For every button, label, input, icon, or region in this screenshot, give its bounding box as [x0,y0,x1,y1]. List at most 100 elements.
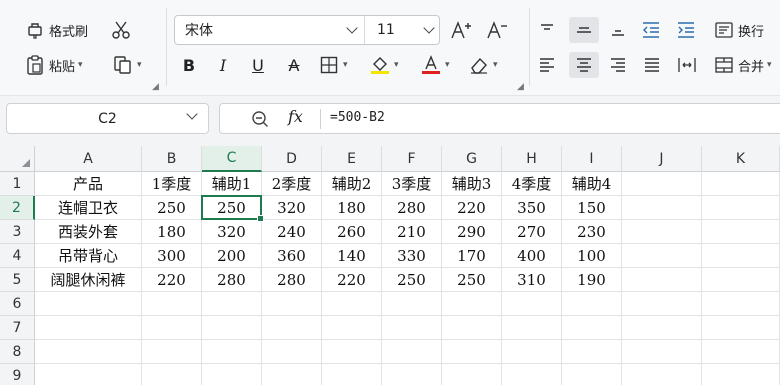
column-header-e[interactable]: E [322,146,382,172]
cell-i1[interactable]: 辅助4 [562,172,622,196]
cell-d2[interactable]: 320 [262,196,322,220]
font-name-dropdown[interactable]: 宋体 [175,16,365,44]
column-header-i[interactable]: I [562,146,622,172]
cell-h6[interactable] [502,292,562,316]
cell-c4[interactable]: 200 [202,244,262,268]
cell-e4[interactable]: 140 [322,244,382,268]
clipboard-dialog-launcher-icon[interactable]: ◢ [152,82,159,92]
cell-c9[interactable] [202,364,262,385]
borders-button[interactable]: ▾ [318,52,348,78]
cell-b5[interactable]: 220 [142,268,202,292]
cell-e5[interactable]: 220 [322,268,382,292]
cell-h5[interactable]: 310 [502,268,562,292]
cell-i6[interactable] [562,292,622,316]
cell-g4[interactable]: 170 [442,244,502,268]
row-header-9[interactable]: 9 [0,364,35,385]
cell-h7[interactable] [502,316,562,340]
cell-a3[interactable]: 西装外套 [35,220,142,244]
cell-j2[interactable] [622,196,702,220]
italic-button[interactable]: I [212,52,234,78]
copy-button[interactable]: ▾ [112,52,142,78]
column-header-j[interactable]: J [622,146,702,172]
cell-h2[interactable]: 350 [502,196,562,220]
cell-h4[interactable]: 400 [502,244,562,268]
distributed-align-button[interactable] [676,52,698,78]
cell-g6[interactable] [442,292,502,316]
cell-a5[interactable]: 阔腿休闲裤 [35,268,142,292]
cell-g5[interactable]: 250 [442,268,502,292]
cell-d6[interactable] [262,292,322,316]
cell-d9[interactable] [262,364,322,385]
cell-d8[interactable] [262,340,322,364]
cell-j8[interactable] [622,340,702,364]
row-header-2[interactable]: 2 [0,196,35,220]
cell-a9[interactable] [35,364,142,385]
cell-k2[interactable] [702,196,780,220]
cell-e9[interactable] [322,364,382,385]
column-header-a[interactable]: A [35,146,142,172]
cell-k6[interactable] [702,292,780,316]
column-header-k[interactable]: K [702,146,780,172]
cell-e6[interactable] [322,292,382,316]
cell-h3[interactable]: 270 [502,220,562,244]
cell-h1[interactable]: 4季度 [502,172,562,196]
cell-i8[interactable] [562,340,622,364]
cell-j7[interactable] [622,316,702,340]
font-dialog-launcher-icon[interactable]: ◢ [517,82,524,92]
row-header-3[interactable]: 3 [0,220,35,244]
cell-i9[interactable] [562,364,622,385]
cell-f1[interactable]: 3季度 [382,172,442,196]
decrease-font-size-button[interactable] [486,17,508,43]
cell-g1[interactable]: 辅助3 [442,172,502,196]
cell-a7[interactable] [35,316,142,340]
cell-k3[interactable] [702,220,780,244]
merge-cells-button[interactable]: 合并 ▾ [713,52,772,78]
increase-indent-button[interactable] [675,17,697,43]
column-header-c[interactable]: C [202,146,262,172]
row-header-6[interactable]: 6 [0,292,35,316]
cell-f9[interactable] [382,364,442,385]
cell-a2[interactable]: 连帽卫衣 [35,196,142,220]
cell-k4[interactable] [702,244,780,268]
strikethrough-button[interactable]: A [283,52,305,78]
cell-k8[interactable] [702,340,780,364]
cell-i2[interactable]: 150 [562,196,622,220]
align-top-button[interactable] [536,17,558,43]
column-header-h[interactable]: H [502,146,562,172]
cell-d3[interactable]: 240 [262,220,322,244]
font-size-dropdown[interactable]: 11 [365,16,439,44]
underline-button[interactable]: U [247,52,269,78]
cell-c7[interactable] [202,316,262,340]
formula-value[interactable]: =500-B2 [330,110,385,125]
cell-c6[interactable] [202,292,262,316]
cell-j3[interactable] [622,220,702,244]
row-header-7[interactable]: 7 [0,316,35,340]
wrap-text-button[interactable]: 换行 [713,17,764,43]
cell-b4[interactable]: 300 [142,244,202,268]
paste-button[interactable]: 粘贴 ▾ [24,52,83,78]
cell-a4[interactable]: 吊带背心 [35,244,142,268]
cell-e2[interactable]: 180 [322,196,382,220]
decrease-indent-button[interactable] [640,17,662,43]
row-header-5[interactable]: 5 [0,268,35,292]
row-header-4[interactable]: 4 [0,244,35,268]
cell-g7[interactable] [442,316,502,340]
select-all-corner[interactable] [0,146,35,172]
cell-k1[interactable] [702,172,780,196]
column-header-g[interactable]: G [442,146,502,172]
cell-i7[interactable] [562,316,622,340]
cell-f3[interactable]: 210 [382,220,442,244]
cell-f7[interactable] [382,316,442,340]
cell-g8[interactable] [442,340,502,364]
cell-e8[interactable] [322,340,382,364]
align-bottom-button[interactable] [607,17,629,43]
justify-button[interactable] [641,52,663,78]
cell-b6[interactable] [142,292,202,316]
font-color-button[interactable]: ▾ [420,52,450,78]
cell-f2[interactable]: 280 [382,196,442,220]
cell-c8[interactable] [202,340,262,364]
cell-a6[interactable] [35,292,142,316]
cell-b8[interactable] [142,340,202,364]
cell-f8[interactable] [382,340,442,364]
cell-i4[interactable]: 100 [562,244,622,268]
